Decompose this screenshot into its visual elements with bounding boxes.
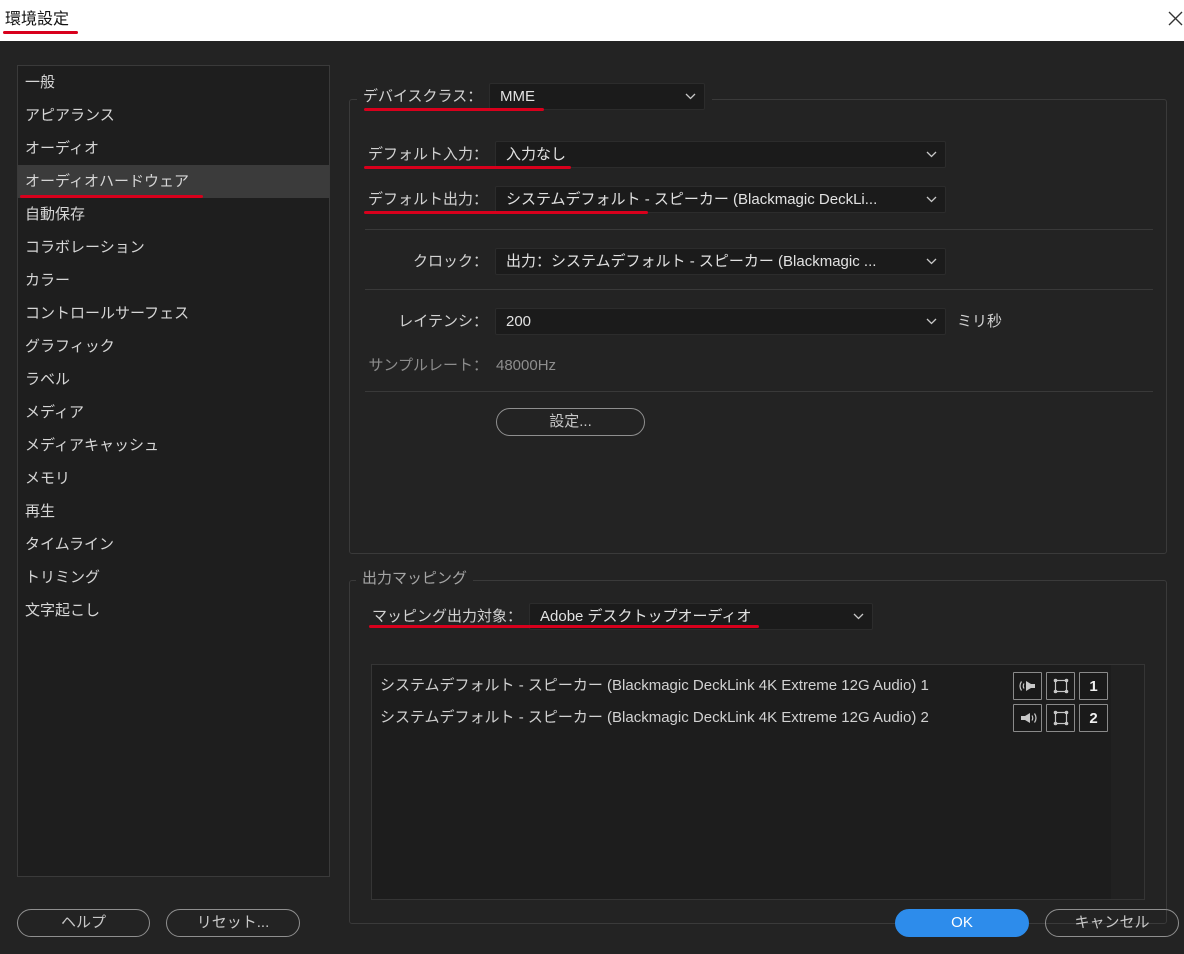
sidebar-item-labels[interactable]: ラベル bbox=[18, 363, 329, 396]
chevron-down-icon bbox=[926, 151, 937, 158]
reset-button[interactable]: リセット... bbox=[166, 909, 300, 937]
sidebar-item-playback[interactable]: 再生 bbox=[18, 495, 329, 528]
device-class-value: MME bbox=[500, 88, 535, 105]
device-class-dropdown[interactable]: MME bbox=[489, 83, 705, 110]
chevron-down-icon bbox=[926, 258, 937, 265]
sample-rate-label: サンプルレート： bbox=[368, 357, 488, 374]
chevron-down-icon bbox=[926, 318, 937, 325]
close-icon[interactable] bbox=[1167, 10, 1184, 27]
default-input-value: 入力なし bbox=[506, 146, 567, 163]
latency-value: 200 bbox=[506, 313, 532, 330]
clock-label: クロック： bbox=[412, 253, 488, 270]
channel-number-button[interactable]: 2 bbox=[1079, 704, 1108, 732]
chevron-down-icon bbox=[685, 93, 696, 100]
device-class-legend: デバイスクラス： MME bbox=[357, 82, 712, 111]
sidebar-item-timeline[interactable]: タイムライン bbox=[18, 528, 329, 561]
window-title: 環境設定 bbox=[5, 11, 70, 28]
sidebar-item-general[interactable]: 一般 bbox=[18, 66, 329, 99]
annotation-underline bbox=[369, 625, 759, 628]
speaker-right-icon[interactable] bbox=[1013, 704, 1042, 732]
channel-name: システムデフォルト - スピーカー (Blackmagic DeckLink 4… bbox=[380, 709, 929, 726]
preferences-category-list: 一般 アピアランス オーディオ オーディオハードウェア 自動保存 コラボレーショ… bbox=[17, 65, 330, 877]
speaker-left-icon[interactable] bbox=[1013, 672, 1042, 700]
list-item[interactable]: システムデフォルト - スピーカー (Blackmagic DeckLink 4… bbox=[372, 702, 1144, 734]
settings-button[interactable]: 設定... bbox=[496, 408, 645, 436]
sidebar-item-graphics[interactable]: グラフィック bbox=[18, 330, 329, 363]
output-mapping-title: 出力マッピング bbox=[356, 569, 474, 589]
chevron-down-icon bbox=[926, 196, 937, 203]
divider bbox=[365, 229, 1153, 230]
default-output-value: システムデフォルト - スピーカー (Blackmagic DeckLi... bbox=[506, 191, 878, 208]
title-bar: 環境設定 bbox=[0, 0, 1184, 41]
sidebar-item-audio[interactable]: オーディオ bbox=[18, 132, 329, 165]
sidebar-item-auto-save[interactable]: 自動保存 bbox=[18, 198, 329, 231]
sidebar-item-media-cache[interactable]: メディアキャッシュ bbox=[18, 429, 329, 462]
frame-icon[interactable] bbox=[1046, 704, 1075, 732]
annotation-underline bbox=[364, 108, 544, 111]
annotation-underline bbox=[364, 211, 648, 214]
annotation-underline bbox=[20, 195, 203, 198]
list-item[interactable]: システムデフォルト - スピーカー (Blackmagic DeckLink 4… bbox=[372, 670, 1144, 702]
sidebar-item-appearance[interactable]: アピアランス bbox=[18, 99, 329, 132]
default-output-dropdown[interactable]: システムデフォルト - スピーカー (Blackmagic DeckLi... bbox=[495, 186, 946, 213]
annotation-underline bbox=[364, 166, 571, 169]
channel-mapping-list: システムデフォルト - スピーカー (Blackmagic DeckLink 4… bbox=[371, 664, 1145, 900]
sample-rate-value: 48000Hz bbox=[496, 357, 557, 374]
divider bbox=[365, 289, 1153, 290]
sidebar-item-audio-hardware[interactable]: オーディオハードウェア bbox=[18, 165, 329, 198]
sidebar-item-color[interactable]: カラー bbox=[18, 264, 329, 297]
latency-dropdown[interactable]: 200 bbox=[495, 308, 946, 335]
clock-value: 出力：システムデフォルト - スピーカー (Blackmagic ... bbox=[506, 253, 877, 270]
default-output-label: デフォルト出力： bbox=[367, 191, 488, 208]
frame-icon[interactable] bbox=[1046, 672, 1075, 700]
sidebar-item-memory[interactable]: メモリ bbox=[18, 462, 329, 495]
default-input-dropdown[interactable]: 入力なし bbox=[495, 141, 946, 168]
latency-unit: ミリ秒 bbox=[957, 313, 1003, 330]
sidebar-item-trim[interactable]: トリミング bbox=[18, 561, 329, 594]
chevron-down-icon bbox=[853, 613, 864, 620]
sidebar-item-control-surface[interactable]: コントロールサーフェス bbox=[18, 297, 329, 330]
channel-name: システムデフォルト - スピーカー (Blackmagic DeckLink 4… bbox=[380, 677, 929, 694]
sidebar-item-media[interactable]: メディア bbox=[18, 396, 329, 429]
help-button[interactable]: ヘルプ bbox=[17, 909, 150, 937]
clock-dropdown[interactable]: 出力：システムデフォルト - スピーカー (Blackmagic ... bbox=[495, 248, 946, 275]
channel-number: 1 bbox=[1089, 677, 1098, 695]
sidebar-item-transcription[interactable]: 文字起こし bbox=[18, 594, 329, 627]
divider bbox=[365, 391, 1153, 392]
device-class-label: デバイスクラス： bbox=[363, 88, 483, 105]
cancel-button[interactable]: キャンセル bbox=[1045, 909, 1179, 937]
default-input-label: デフォルト入力： bbox=[367, 146, 488, 163]
channel-number: 2 bbox=[1089, 709, 1098, 727]
sidebar-item-collaboration[interactable]: コラボレーション bbox=[18, 231, 329, 264]
annotation-underline bbox=[3, 31, 78, 34]
latency-label: レイテンシ： bbox=[398, 313, 488, 330]
channel-number-button[interactable]: 1 bbox=[1079, 672, 1108, 700]
ok-button[interactable]: OK bbox=[895, 909, 1029, 937]
